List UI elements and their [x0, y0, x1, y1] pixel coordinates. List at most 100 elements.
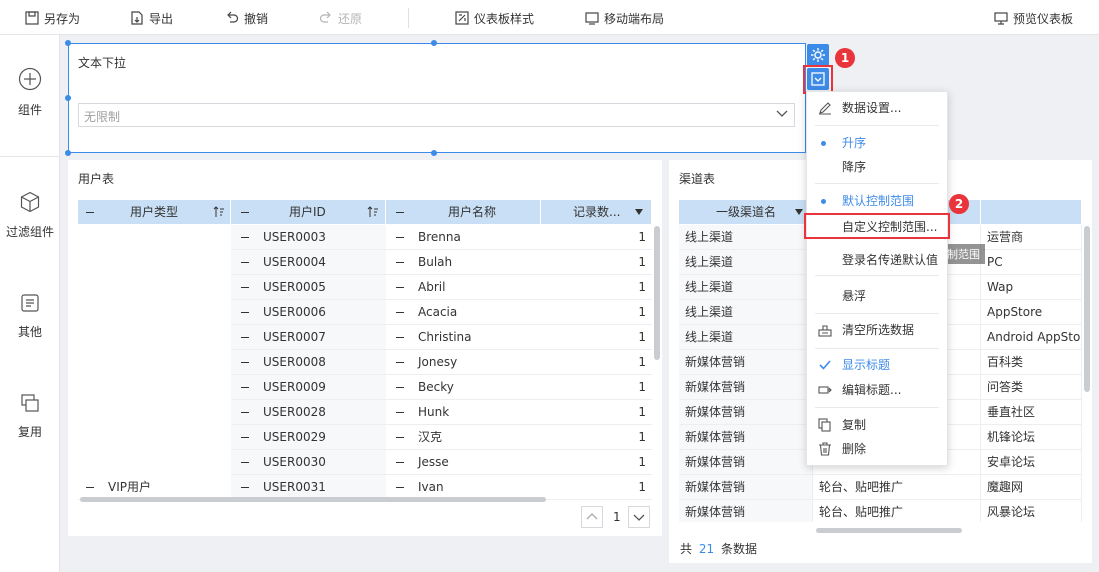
document-icon: [21, 294, 39, 312]
column-header[interactable]: 用户ID: [231, 200, 386, 224]
collapse-icon[interactable]: [241, 287, 249, 288]
horizontal-scrollbar[interactable]: [816, 528, 962, 533]
horizontal-scrollbar[interactable]: [80, 497, 546, 502]
column-header[interactable]: 用户名称: [386, 200, 541, 224]
preview-dashboard-button[interactable]: 预览仪表板: [994, 9, 1073, 27]
next-page-button[interactable]: [628, 506, 650, 528]
collapse-icon[interactable]: [241, 337, 249, 338]
user-type-cell: [78, 300, 231, 325]
sort-icon: [367, 206, 378, 217]
resize-handle[interactable]: [65, 40, 71, 46]
menu-item-ascending[interactable]: 升序: [807, 132, 947, 154]
collapse-icon[interactable]: [241, 312, 249, 313]
resize-handle[interactable]: [431, 40, 437, 46]
collapse-icon[interactable]: [241, 262, 249, 263]
undo-icon: [227, 11, 239, 23]
resize-handle[interactable]: [65, 150, 71, 156]
table-row[interactable]: USER0007 Christina 1: [78, 325, 652, 350]
table-row[interactable]: 新媒体营销 轮台、贴吧推广 风暴论坛: [679, 500, 1082, 522]
collapse-icon[interactable]: [241, 362, 249, 363]
record-count-cell: 1: [541, 375, 652, 400]
collapse-icon[interactable]: [396, 262, 404, 263]
save-as-button[interactable]: 另存为: [25, 9, 80, 27]
record-count-cell: 1: [541, 275, 652, 300]
column-header[interactable]: 记录数...: [541, 200, 652, 224]
collapse-icon[interactable]: [241, 437, 249, 438]
settings-button[interactable]: [807, 44, 829, 66]
left-item-filter-components[interactable]: 过滤组件: [0, 191, 60, 240]
collapse-icon[interactable]: [396, 412, 404, 413]
menu-item-descending[interactable]: 降序: [807, 156, 947, 178]
column-header[interactable]: [981, 200, 1082, 224]
prev-page-button[interactable]: [581, 506, 603, 528]
table-row[interactable]: USER0006 Acacia 1: [78, 300, 652, 325]
collapse-icon[interactable]: [396, 437, 404, 438]
collapse-icon[interactable]: [396, 312, 404, 313]
filter-select[interactable]: 无限制: [78, 103, 795, 127]
user-name-cell: Bulah: [386, 250, 541, 275]
collapse-icon[interactable]: [241, 487, 249, 488]
collapse-icon[interactable]: [396, 487, 404, 488]
table-row[interactable]: USER0029 汉克 1: [78, 425, 652, 450]
undo-button[interactable]: 撤销: [225, 9, 268, 27]
vertical-scrollbar[interactable]: [1084, 226, 1090, 392]
vertical-scrollbar[interactable]: [654, 226, 660, 360]
collapse-icon[interactable]: [396, 362, 404, 363]
resize-handle[interactable]: [65, 95, 71, 101]
channel-level3-cell: PC: [981, 250, 1082, 275]
menu-item-copy[interactable]: 复制: [807, 414, 947, 436]
left-item-other[interactable]: 其他: [0, 293, 60, 340]
redo-button[interactable]: 还原: [319, 9, 362, 27]
left-item-reuse[interactable]: 复用: [0, 393, 60, 440]
menu-item-clear-selection[interactable]: 清空所选数据: [807, 319, 947, 341]
column-header[interactable]: 一级渠道名: [679, 200, 813, 224]
menu-item-show-title[interactable]: 显示标题: [807, 354, 947, 376]
user-id-cell: USER0030: [231, 450, 386, 475]
table-row[interactable]: 新媒体营销 轮台、贴吧推广 魔趣网: [679, 475, 1082, 500]
dashboard-style-button[interactable]: 仪表板样式: [455, 9, 534, 27]
user-name-text: Jesse: [418, 455, 449, 469]
collapse-icon[interactable]: [396, 387, 404, 388]
collapse-icon[interactable]: [86, 487, 94, 488]
collapse-icon[interactable]: [396, 237, 404, 238]
collapse-icon[interactable]: [241, 412, 249, 413]
table-row[interactable]: USER0030 Jesse 1: [78, 450, 652, 475]
user-name-cell: Becky: [386, 375, 541, 400]
user-id-cell: USER0006: [231, 300, 386, 325]
chevron-down-icon: [776, 110, 788, 117]
gear-icon: [811, 48, 825, 62]
collapse-icon[interactable]: [241, 462, 249, 463]
collapse-icon[interactable]: [396, 287, 404, 288]
context-menu: 数据设置... 升序 降序 默认控制范围 自定义控制范围... 登录名传递默认值…: [806, 91, 948, 466]
resize-handle[interactable]: [431, 150, 437, 156]
menu-divider: [815, 275, 939, 276]
text-dropdown-filter[interactable]: 文本下拉 无限制: [68, 43, 806, 153]
table-row[interactable]: USER0028 Hunk 1: [78, 400, 652, 425]
column-header-label: 用户ID: [289, 205, 326, 219]
user-table-title: 用户表: [78, 172, 115, 186]
table-row[interactable]: USER0009 Becky 1: [78, 375, 652, 400]
menu-item-edit-title[interactable]: 编辑标题...: [807, 379, 947, 401]
user-id-text: USER0031: [263, 480, 326, 494]
menu-item-default-range[interactable]: 默认控制范围: [807, 190, 947, 212]
menu-item-login-default[interactable]: 登录名传递默认值: [807, 249, 947, 271]
left-item-components[interactable]: 组件: [0, 67, 60, 118]
collapse-icon[interactable]: [396, 462, 404, 463]
column-header[interactable]: 用户类型: [78, 200, 231, 224]
menu-item-data-settings[interactable]: 数据设置...: [807, 97, 947, 119]
checkmark-icon: [819, 360, 831, 370]
table-row[interactable]: USER0004 Bulah 1: [78, 250, 652, 275]
table-row[interactable]: USER0008 Jonesy 1: [78, 350, 652, 375]
menu-item-float[interactable]: 悬浮: [807, 285, 947, 307]
collapse-icon[interactable]: [241, 237, 249, 238]
collapse-icon[interactable]: [396, 337, 404, 338]
export-button[interactable]: 导出: [130, 9, 173, 27]
left-divider: [0, 156, 60, 157]
mobile-layout-button[interactable]: 移动端布局: [585, 9, 664, 27]
channel-level1-cell: 新媒体营销: [679, 475, 813, 500]
table-row[interactable]: USER0003 Brenna 1: [78, 225, 652, 250]
user-name-text: Ivan: [418, 480, 444, 494]
collapse-icon[interactable]: [241, 387, 249, 388]
table-row[interactable]: USER0005 Abril 1: [78, 275, 652, 300]
menu-item-delete[interactable]: 删除: [807, 438, 947, 460]
